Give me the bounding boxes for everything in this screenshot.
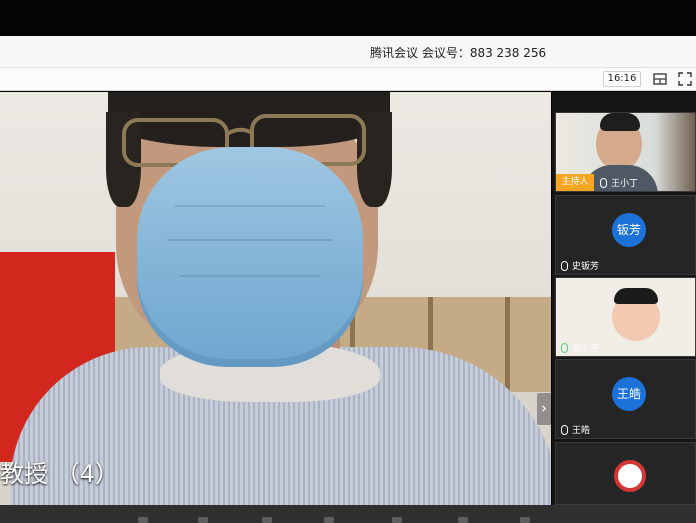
- participant-tile-3[interactable]: 胡士平: [555, 277, 696, 357]
- participant-tile-host[interactable]: 主持人 王小丁: [555, 112, 696, 192]
- chevron-right-icon: ›: [541, 399, 547, 417]
- bottom-control-icon: [520, 517, 530, 523]
- participant-tile-4[interactable]: 王皓 王皓: [555, 359, 696, 439]
- participant-small-avatar: [614, 460, 646, 492]
- microphone-icon: [561, 425, 568, 435]
- participant-tile-5[interactable]: [555, 442, 696, 505]
- participant-name: 史钣芳: [561, 259, 599, 272]
- bottom-control-icon: [138, 517, 148, 523]
- meeting-clock: 16:16: [603, 71, 641, 87]
- participant-sidebar: 主持人 王小丁 钣芳 史钣芳 胡士平 王皓 王皓: [552, 92, 696, 505]
- layout-icon[interactable]: [652, 71, 668, 87]
- bottom-control-icon: [324, 517, 334, 523]
- participant-name: 王小丁: [600, 176, 638, 189]
- meeting-title: 腾讯会议 会议号：883 238 256: [370, 46, 547, 60]
- bottom-control-icon: [392, 517, 402, 523]
- speaker-caption: 教授 （4）: [0, 460, 119, 488]
- mask-fold: [175, 205, 325, 207]
- participant-name: 胡士平: [561, 341, 599, 354]
- meeting-toolbar: 16:16: [0, 68, 696, 91]
- host-badge: 主持人: [556, 174, 594, 191]
- mask-fold: [179, 275, 321, 277]
- microphone-icon: [600, 178, 607, 188]
- main-speaker-video[interactable]: ›: [0, 92, 551, 505]
- participant-hair: [614, 288, 658, 304]
- host-hair: [600, 113, 640, 131]
- next-video-button[interactable]: ›: [537, 393, 551, 425]
- fullscreen-icon[interactable]: [677, 71, 693, 87]
- bottom-control-bar: [0, 505, 696, 523]
- bottom-control-icon: [262, 517, 272, 523]
- participant-avatar: 王皓: [612, 377, 646, 411]
- face-mask: [137, 147, 363, 367]
- meeting-title-bar: 腾讯会议 会议号：883 238 256: [0, 36, 696, 68]
- participant-tile-2[interactable]: 钣芳 史钣芳: [555, 195, 696, 275]
- top-black-strip: [0, 0, 696, 36]
- participant-avatar: 钣芳: [612, 213, 646, 247]
- sofa-seam: [505, 297, 510, 392]
- microphone-icon: [561, 261, 568, 271]
- participant-name: 王皓: [561, 423, 590, 436]
- bottom-control-icon: [458, 517, 468, 523]
- microphone-icon: [561, 343, 568, 353]
- bottom-control-icon: [198, 517, 208, 523]
- mask-fold: [167, 239, 332, 241]
